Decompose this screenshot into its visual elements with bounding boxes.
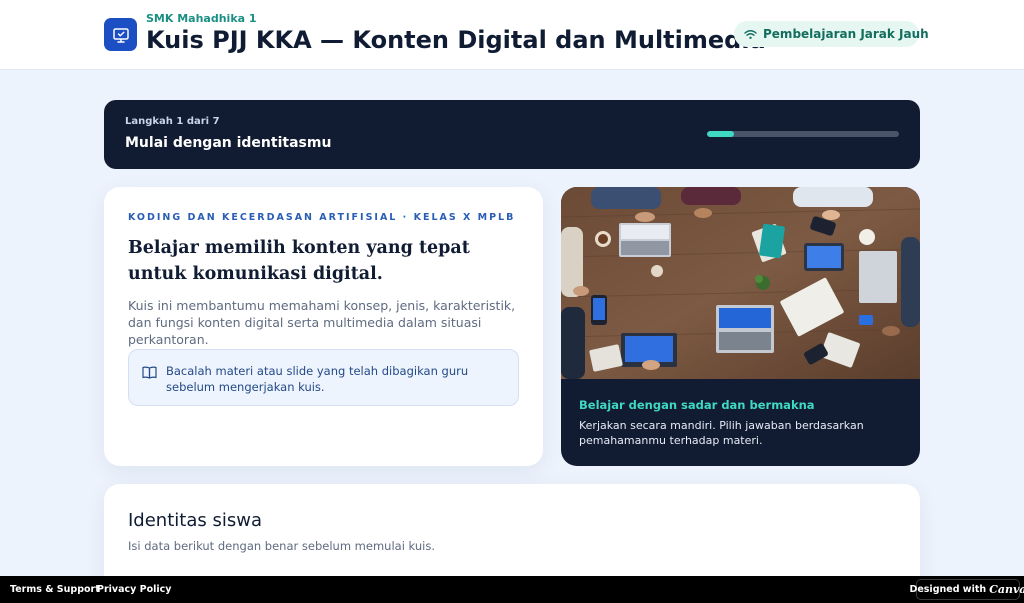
book-open-icon (142, 364, 157, 383)
wifi-icon (744, 29, 757, 40)
monitor-icon (104, 18, 137, 51)
canva-footer: Terms & Support Privacy Policy Designed … (0, 576, 1024, 603)
step-count: Langkah 1 dari 7 (125, 116, 220, 127)
identity-title: Identitas siswa (128, 510, 262, 531)
designed-with-label: Designed with (909, 584, 987, 595)
step-title: Mulai dengan identitasmu (125, 135, 332, 151)
canva-wordmark: Canva (989, 583, 1024, 596)
intro-description: Kuis ini membantumu memahami konsep, jen… (128, 298, 516, 347)
page-title: Kuis PJJ KKA — Konten Digital dan Multim… (146, 26, 766, 54)
intro-card: KODING DAN KECERDASAN ARTIFISIAL · KELAS… (104, 187, 543, 466)
info-note-text: Bacalah materi atau slide yang telah dib… (166, 364, 469, 394)
intro-headline: Belajar memilih konten yang tepat untuk … (128, 238, 470, 284)
designed-with-canva-button[interactable]: Designed with Canva (909, 579, 1024, 600)
identity-subtitle: Isi data berikut dengan benar sebelum me… (128, 539, 435, 553)
school-name: SMK Mahadhika 1 (146, 12, 257, 25)
course-eyebrow: KODING DAN KECERDASAN ARTIFISIAL · KELAS… (128, 212, 516, 223)
terms-link[interactable]: Terms & Support (10, 584, 100, 595)
image-caption-text: Kerjakan secara mandiri. Pilih jawaban b… (579, 419, 864, 447)
top-header: SMK Mahadhika 1 Kuis PJJ KKA — Konten Di… (0, 0, 1024, 70)
privacy-link[interactable]: Privacy Policy (97, 584, 171, 595)
mode-badge: Pembelajaran Jarak Jauh (734, 21, 929, 47)
progress-track (707, 131, 899, 137)
mode-badge-label: Pembelajaran Jarak Jauh (763, 27, 929, 41)
image-caption-title: Belajar dengan sadar dan bermakna (579, 398, 815, 412)
image-card: Belajar dengan sadar dan bermakna Kerjak… (561, 187, 920, 466)
info-note: Bacalah materi atau slide yang telah dib… (128, 349, 519, 406)
team-meeting-photo (561, 187, 920, 379)
progress-fill (707, 131, 734, 137)
step-progress-bar: Langkah 1 dari 7 Mulai dengan identitasm… (104, 100, 920, 169)
